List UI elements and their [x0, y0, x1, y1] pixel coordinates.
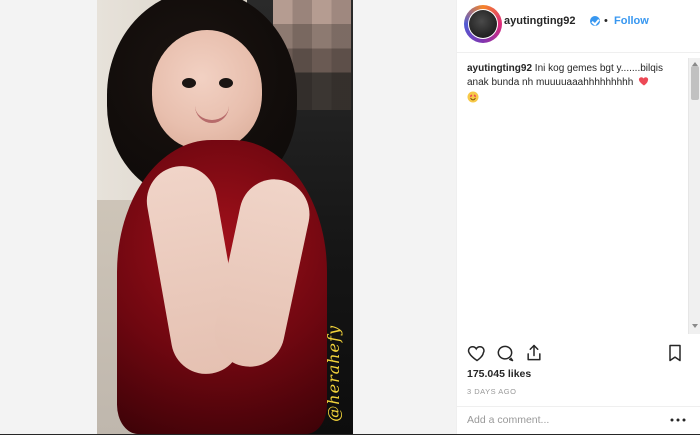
follow-button[interactable]: Follow: [614, 15, 649, 27]
heart-outline-icon[interactable]: [467, 343, 487, 363]
comments-section: ayutingting92 Ini kog gemes bgt y.......…: [457, 52, 700, 336]
child-eye-right: [219, 78, 233, 88]
verified-badge-icon: [590, 16, 600, 26]
child-face: [152, 30, 262, 150]
bookmark-icon[interactable]: [665, 343, 685, 363]
post-photo[interactable]: @herahefy: [97, 0, 353, 434]
photo-watermark: @herahefy: [324, 325, 343, 422]
more-options-icon[interactable]: [669, 415, 687, 425]
caption-username[interactable]: ayutingting92: [467, 63, 532, 74]
scroll-down-arrow-icon[interactable]: [692, 324, 698, 328]
instagram-post-modal: @herahefy ayutingting92 • Follow ayuting…: [0, 0, 700, 434]
heart-eyes-emoji-icon: [467, 91, 479, 103]
post-header: ayutingting92 • Follow: [457, 0, 700, 53]
comment-input[interactable]: Add a comment...: [467, 414, 657, 426]
avatar[interactable]: [464, 5, 502, 43]
media-area: @herahefy: [0, 0, 456, 434]
scroll-thumb[interactable]: [691, 66, 699, 100]
child-eye-left: [182, 78, 196, 88]
post-sidebar: ayutingting92 • Follow ayutingting92 Ini…: [456, 0, 700, 434]
avatar-image: [469, 10, 497, 38]
post-actions: [457, 336, 700, 370]
comment-bubble-icon[interactable]: [495, 343, 515, 363]
share-icon[interactable]: [524, 343, 544, 363]
likes-count[interactable]: 175.045 likes: [467, 368, 531, 380]
separator-dot: •: [604, 15, 608, 27]
red-heart-icon: [638, 77, 649, 86]
avatar-inner: [468, 9, 498, 39]
comment-bar: Add a comment...: [457, 406, 700, 435]
username-link[interactable]: ayutingting92: [504, 15, 576, 27]
post-caption: ayutingting92 Ini kog gemes bgt y.......…: [467, 62, 673, 107]
post-date: 3 DAYS AGO: [467, 387, 517, 396]
